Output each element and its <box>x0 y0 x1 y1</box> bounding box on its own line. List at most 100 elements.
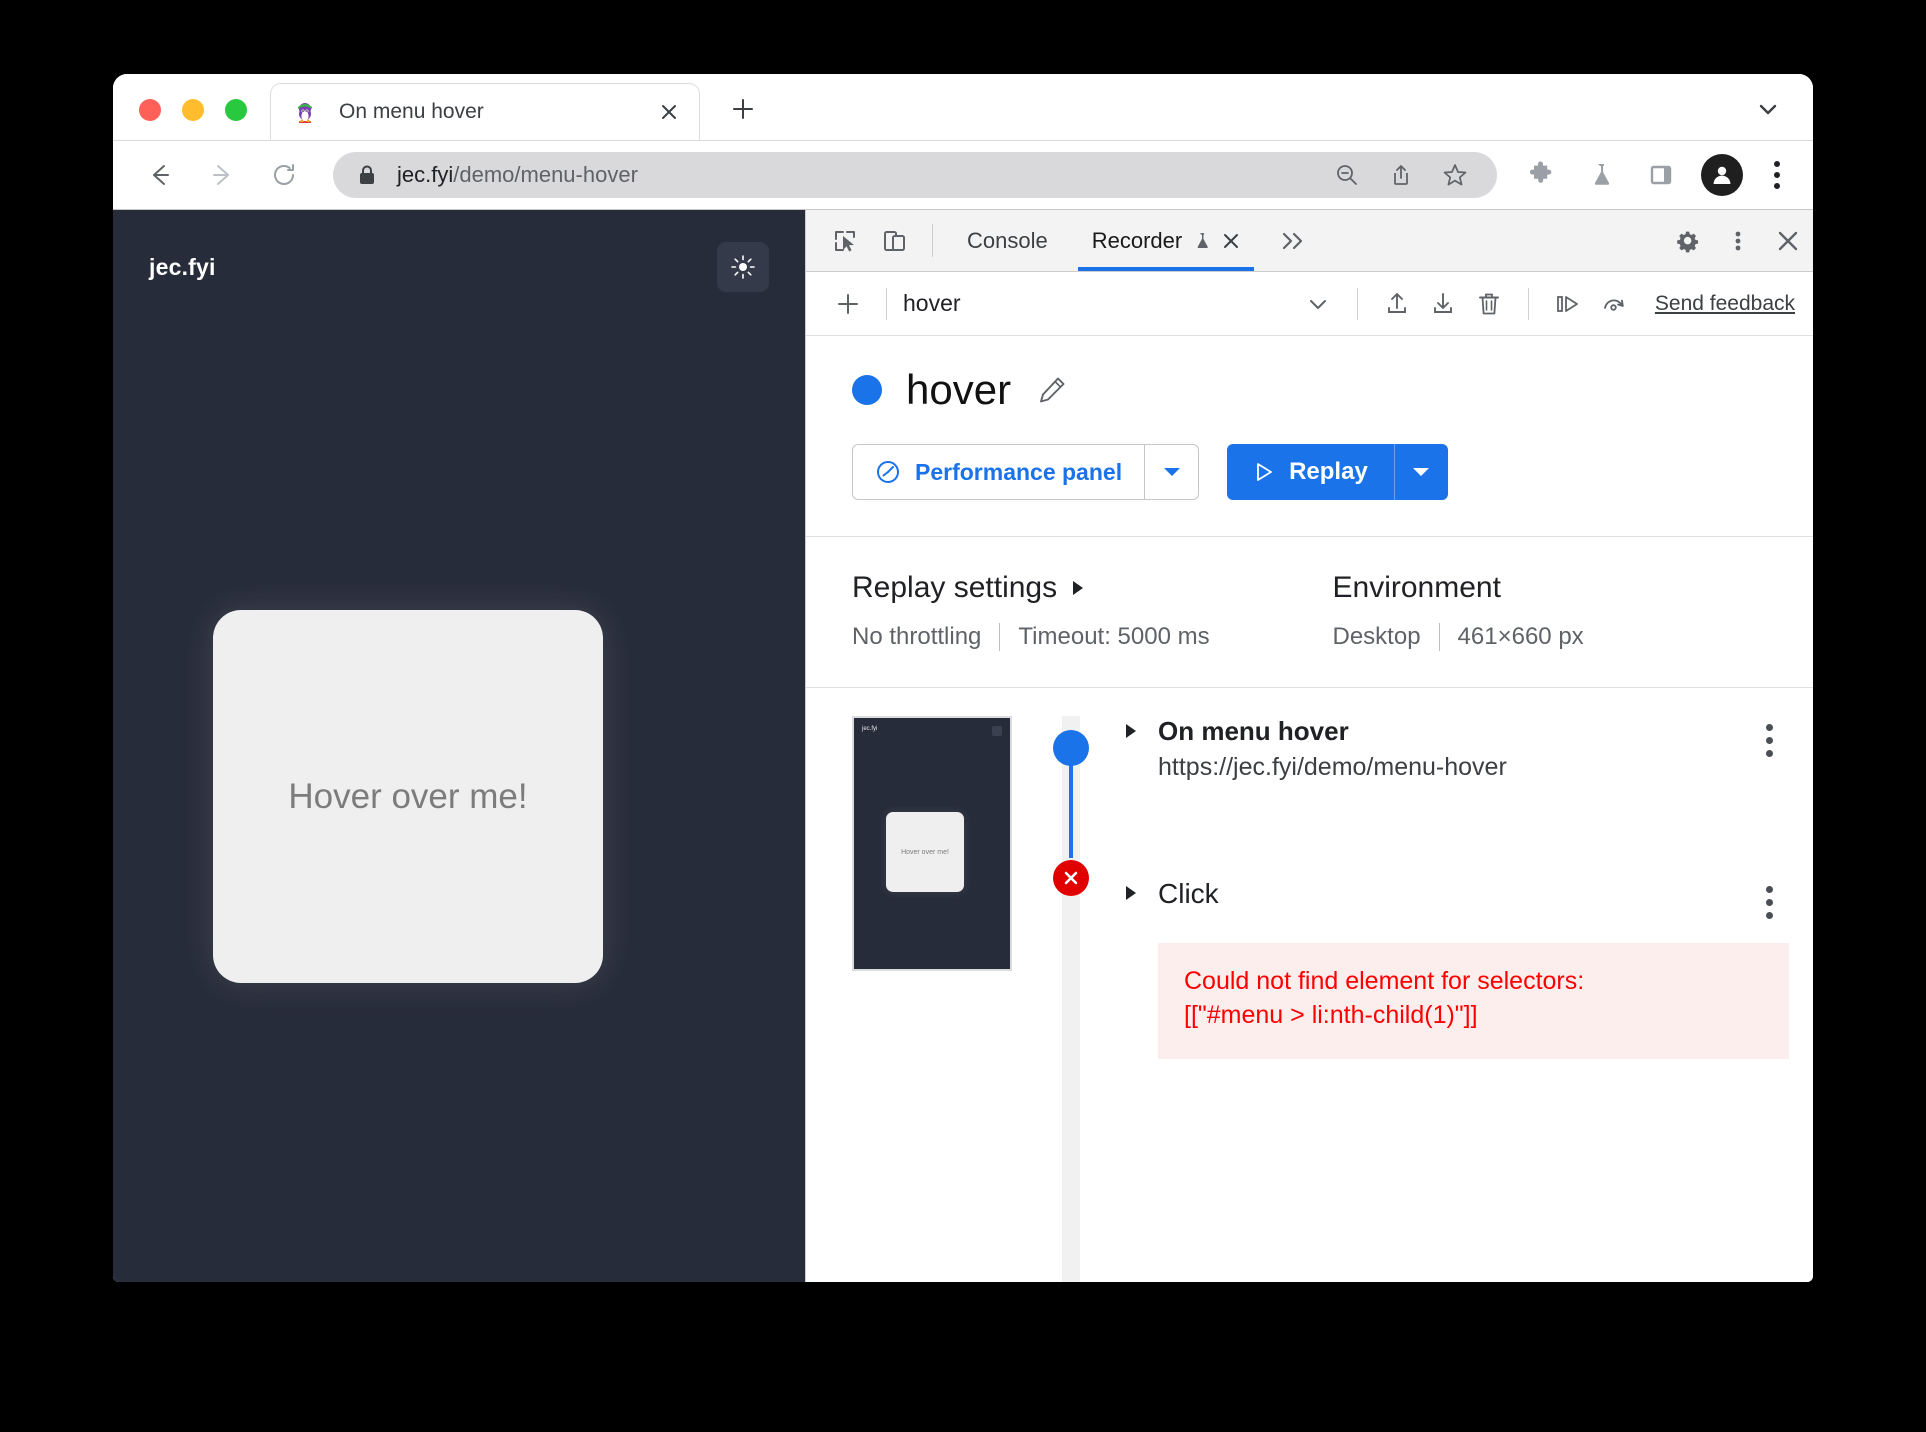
step-content: On menu hover https://jec.fyi/demo/menu-… <box>1158 716 1749 782</box>
sun-icon[interactable] <box>717 242 769 292</box>
tab-close-button[interactable] <box>655 98 683 126</box>
replay-caret-down-icon[interactable] <box>1393 444 1448 500</box>
close-window-button[interactable] <box>139 99 161 121</box>
flask-icon <box>1192 231 1212 251</box>
step-screenshot-thumbnail[interactable]: jec.fyi Hover over me! <box>852 716 1012 971</box>
speed-replay-icon[interactable] <box>1591 281 1637 327</box>
chevron-down-icon[interactable] <box>1295 281 1341 327</box>
caret-right-icon[interactable] <box>1124 716 1158 740</box>
steps-timeline <box>1036 716 1106 1282</box>
browser-menu-three-dots-icon[interactable] <box>1757 152 1797 198</box>
tab-list-chevron-down-icon[interactable] <box>1751 92 1785 126</box>
play-step-icon[interactable] <box>1545 281 1591 327</box>
tab-recorder-close-icon[interactable] <box>1222 232 1240 250</box>
reload-icon[interactable] <box>259 150 309 200</box>
toolbar-divider <box>1527 287 1529 320</box>
step-menu-three-dots-icon[interactable] <box>1749 716 1789 757</box>
replay-settings-values: No throttling Timeout: 5000 ms <box>852 623 1333 651</box>
toolbar-divider <box>932 224 933 257</box>
performance-panel-label: Performance panel <box>915 458 1123 485</box>
performance-panel-button[interactable]: Performance panel <box>852 444 1146 500</box>
tab-console-label: Console <box>967 227 1048 253</box>
penguin-favicon <box>293 100 317 124</box>
step-menu-three-dots-icon[interactable] <box>1749 878 1789 919</box>
share-icon[interactable] <box>1381 155 1421 195</box>
tab-title: On menu hover <box>339 100 484 123</box>
hover-card[interactable]: Hover over me! <box>213 610 603 983</box>
replay-button-group: Replay <box>1227 444 1448 500</box>
step-subtitle: https://jec.fyi/demo/menu-hover <box>1158 753 1507 781</box>
tab-console[interactable]: Console <box>945 210 1070 271</box>
replay-button[interactable]: Replay <box>1227 444 1394 500</box>
timeline-node-error <box>1053 860 1089 896</box>
page-brand: jec.fyi <box>149 253 216 280</box>
forward-arrow-icon[interactable] <box>197 150 247 200</box>
send-feedback-link[interactable]: Send feedback <box>1655 292 1795 316</box>
minimize-window-button[interactable] <box>182 99 204 121</box>
performance-gauge-icon <box>875 459 901 485</box>
throttling-value: No throttling <box>852 623 982 650</box>
replay-settings-header[interactable]: Replay settings <box>852 571 1333 605</box>
environment-column: Environment Desktop 461×660 px <box>1333 571 1814 651</box>
download-icon[interactable] <box>1420 281 1466 327</box>
upload-icon[interactable] <box>1374 281 1420 327</box>
tab-strip: On menu hover <box>113 74 1813 140</box>
window-body: jec.fyi Hover over me! Console Recorder … <box>113 209 1813 1282</box>
devtools-close-icon[interactable] <box>1763 210 1813 271</box>
page-viewport: jec.fyi Hover over me! <box>113 210 805 1282</box>
step-error-message: Could not find element for selectors: [[… <box>1158 943 1789 1059</box>
avatar[interactable] <box>1701 154 1743 196</box>
lock-icon <box>357 164 379 186</box>
play-triangle-icon <box>1253 461 1275 483</box>
pencil-icon[interactable] <box>1035 373 1069 407</box>
devtools-panel: Console Recorder hover Send feedback hov… <box>805 210 1813 1282</box>
gear-icon[interactable] <box>1663 210 1713 271</box>
recorder-title-row: hover <box>852 366 1813 414</box>
tab-recorder[interactable]: Recorder <box>1070 210 1262 271</box>
zoom-out-icon[interactable] <box>1327 155 1367 195</box>
recorder-action-buttons: Performance panel Replay <box>852 444 1813 500</box>
replay-settings-label: Replay settings <box>852 571 1058 604</box>
environment-values: Desktop 461×660 px <box>1333 623 1814 651</box>
url-domain: jec.fyi <box>397 162 454 187</box>
step-row[interactable]: Click <box>1124 878 1789 919</box>
devtools-menu-three-dots-icon[interactable] <box>1713 210 1763 271</box>
browser-window: On menu hover jec.fyi/demo/menu-hover je… <box>113 74 1813 1282</box>
puzzle-icon[interactable] <box>1518 152 1564 198</box>
recorder-steps: jec.fyi Hover over me! On menu hover htt… <box>806 688 1813 1282</box>
timeline-node-start <box>1053 730 1089 766</box>
back-arrow-icon[interactable] <box>135 150 185 200</box>
browser-tab[interactable]: On menu hover <box>270 83 700 140</box>
new-tab-button[interactable] <box>724 90 762 128</box>
thumbnail-card-label: Hover over me! <box>901 848 949 856</box>
inspect-element-icon[interactable] <box>820 210 870 271</box>
step-title: On menu hover <box>1158 716 1349 746</box>
side-panel-icon[interactable] <box>1638 152 1684 198</box>
toolbar-divider <box>1356 287 1358 320</box>
maximize-window-button[interactable] <box>225 99 247 121</box>
plus-icon[interactable] <box>826 282 870 326</box>
hover-card-label: Hover over me! <box>288 776 528 816</box>
error-line-1: Could not find element for selectors: <box>1184 967 1585 995</box>
step-title: Click <box>1158 878 1219 909</box>
page-header: jec.fyi <box>113 210 805 292</box>
trash-icon[interactable] <box>1466 281 1512 327</box>
star-icon[interactable] <box>1435 155 1475 195</box>
device-toolbar-icon[interactable] <box>870 210 920 271</box>
recording-name[interactable]: hover <box>903 290 961 317</box>
environment-device: Desktop <box>1332 623 1421 650</box>
caret-right-icon[interactable] <box>1124 878 1158 902</box>
traffic-lights <box>113 99 247 140</box>
performance-panel-caret-down-icon[interactable] <box>1145 444 1200 500</box>
recorder-toolbar: hover Send feedback <box>806 272 1813 336</box>
url-text: jec.fyi/demo/menu-hover <box>397 162 1313 188</box>
flask-icon[interactable] <box>1578 152 1624 198</box>
step-spacer <box>1124 782 1789 878</box>
step-row[interactable]: On menu hover https://jec.fyi/demo/menu-… <box>1124 716 1789 782</box>
step-content: Click <box>1158 878 1749 910</box>
recorder-settings: Replay settings No throttling Timeout: 5… <box>806 537 1813 688</box>
chevrons-right-icon[interactable] <box>1262 210 1324 271</box>
recorder-title: hover <box>906 366 1012 413</box>
address-bar[interactable]: jec.fyi/demo/menu-hover <box>333 152 1497 198</box>
replay-button-label: Replay <box>1289 458 1368 485</box>
